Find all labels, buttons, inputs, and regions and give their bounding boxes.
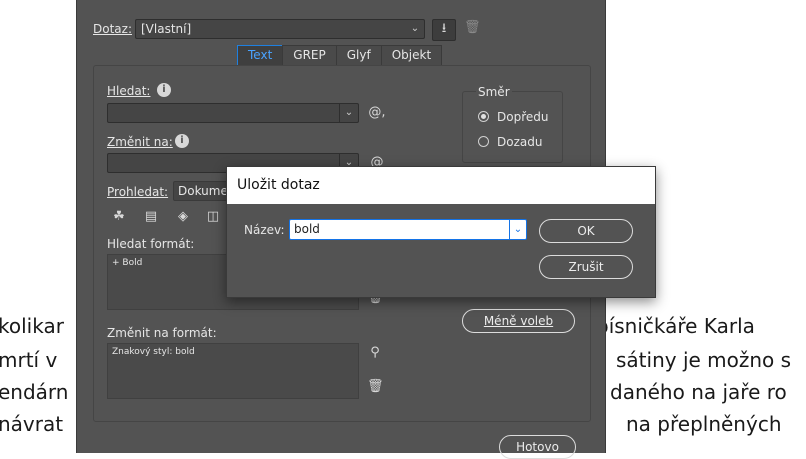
name-input-value: bold [294, 222, 320, 236]
search-scope-dropdown[interactable]: Dokumen [173, 181, 233, 201]
query-value: [Vlastní] [141, 22, 192, 36]
tab-glyph[interactable]: Glyf [335, 45, 382, 66]
include-locked-layers-icon[interactable]: ☘ [111, 210, 127, 224]
tab-grep[interactable]: GREP [282, 45, 337, 66]
query-dropdown[interactable]: [Vlastní] ⌄ [135, 19, 425, 39]
query-label: Dotaz: [93, 22, 132, 36]
include-hidden-layers-icon[interactable]: ◈ [175, 210, 191, 224]
include-locked-stories-icon[interactable]: ▤ [143, 210, 159, 224]
fewer-options-button[interactable]: Méně voleb [462, 309, 575, 333]
ok-button[interactable]: OK [539, 219, 633, 243]
done-button[interactable]: Hotovo [499, 435, 576, 459]
save-query-icon[interactable]: ⭳ [432, 19, 456, 41]
background-text-left-4: návrat [0, 412, 64, 436]
chevron-down-icon: ⌄ [339, 104, 358, 122]
change-format-box[interactable]: Znakový styl: bold [107, 343, 359, 399]
info-icon[interactable]: i [157, 83, 171, 97]
find-format-label: Hledat formát: [107, 237, 195, 251]
modal-title: Uložit dotaz [227, 167, 655, 204]
specify-format-icon[interactable]: ⚲ [367, 346, 383, 360]
background-text-left-2: mrtí v [0, 348, 58, 372]
name-label: Název: [244, 223, 285, 237]
direction-group [462, 91, 563, 163]
cancel-button[interactable]: Zrušit [539, 255, 633, 279]
find-input[interactable]: ⌄ [107, 103, 359, 123]
radio-forward[interactable] [478, 111, 489, 122]
background-text-left-1: kolikar [0, 314, 64, 338]
background-text-right-2: sátiny je možno s [616, 348, 792, 372]
chevron-down-icon: ⌄ [410, 23, 420, 34]
tab-bar: Text GREP Glyf Objekt [237, 45, 443, 66]
search-label: Prohledat: [107, 185, 169, 199]
background-text-left-3: endárn [0, 380, 69, 404]
direction-title: Směr [476, 85, 512, 99]
background-text-right-3: daného na jaře ro [610, 380, 787, 404]
name-input[interactable]: bold ⌄ [289, 219, 527, 240]
background-text-right-4: na přeplněných [626, 412, 782, 436]
find-label: Hledat: [107, 84, 151, 98]
radio-backward-label: Dozadu [497, 135, 543, 149]
include-master-pages-icon[interactable]: ◫ [205, 210, 221, 224]
tab-text[interactable]: Text [237, 45, 284, 66]
change-format-label: Změnit na formát: [107, 326, 217, 340]
save-query-modal: Uložit dotaz Název: bold ⌄ OK Zrušit [226, 166, 656, 298]
tab-object[interactable]: Objekt [380, 45, 443, 66]
delete-query-icon[interactable]: 🗑 [464, 21, 481, 35]
info-icon[interactable]: i [175, 134, 189, 148]
radio-forward-label: Dopředu [497, 110, 549, 124]
background-text-right-1: písničkáře Karla [596, 314, 755, 338]
chevron-down-icon[interactable]: ⌄ [509, 220, 526, 239]
change-label: Změnit na: [107, 135, 173, 149]
radio-backward[interactable] [478, 136, 489, 147]
special-chars-icon[interactable]: @, [368, 106, 386, 120]
delete-format-icon[interactable]: 🗑 [367, 380, 384, 394]
